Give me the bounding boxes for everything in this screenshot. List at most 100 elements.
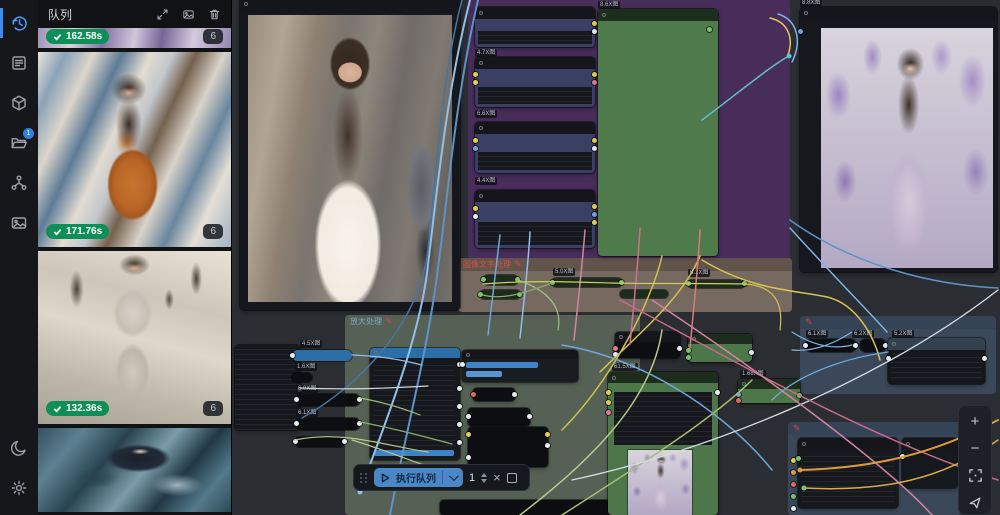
port[interactable] bbox=[473, 72, 478, 77]
node-titlebar[interactable] bbox=[475, 57, 595, 69]
port[interactable] bbox=[686, 281, 691, 286]
node-titlebar[interactable] bbox=[608, 372, 718, 383]
edit-pencil-icon[interactable]: ✎ bbox=[805, 318, 813, 327]
node-titlebar[interactable] bbox=[798, 438, 898, 449]
port[interactable] bbox=[592, 29, 597, 34]
node-titlebar[interactable] bbox=[738, 379, 800, 389]
node-left-list[interactable] bbox=[235, 345, 300, 430]
node-titlebar[interactable] bbox=[462, 350, 578, 359]
port[interactable] bbox=[457, 404, 462, 409]
text-widget[interactable] bbox=[891, 353, 982, 381]
port[interactable] bbox=[613, 352, 618, 357]
port[interactable] bbox=[982, 356, 987, 361]
zoom-in-button[interactable]: + bbox=[963, 410, 987, 433]
node-clip-4[interactable] bbox=[475, 190, 595, 248]
node-canvas[interactable]: 图像文字处理 ✎ 放大处理 ✎ ✎ ✎ bbox=[232, 0, 1000, 515]
step-up-icon[interactable] bbox=[481, 473, 487, 477]
node-titlebar[interactable] bbox=[475, 122, 595, 134]
port[interactable] bbox=[613, 346, 618, 351]
fit-view-button[interactable] bbox=[963, 464, 987, 487]
port[interactable] bbox=[466, 414, 471, 419]
node-small-c[interactable] bbox=[468, 427, 548, 467]
node-clip-3[interactable] bbox=[475, 122, 595, 173]
image-mode-icon[interactable] bbox=[182, 8, 195, 21]
node-titlebar[interactable] bbox=[370, 348, 460, 358]
node-notes-green[interactable] bbox=[598, 9, 718, 256]
port[interactable] bbox=[294, 397, 299, 402]
port[interactable] bbox=[460, 362, 465, 367]
port[interactable] bbox=[473, 214, 478, 219]
port[interactable] bbox=[357, 397, 362, 402]
pill-node[interactable] bbox=[295, 437, 345, 447]
node-titlebar[interactable] bbox=[598, 9, 718, 21]
node-small-b[interactable] bbox=[468, 408, 530, 426]
port[interactable] bbox=[592, 220, 597, 225]
sidebar-item-node-map[interactable] bbox=[0, 166, 38, 200]
port[interactable] bbox=[592, 80, 597, 85]
port[interactable] bbox=[592, 72, 597, 77]
port[interactable] bbox=[736, 392, 741, 397]
node-titlebar[interactable] bbox=[688, 334, 752, 344]
step-down-icon[interactable] bbox=[481, 479, 487, 483]
port[interactable] bbox=[796, 456, 801, 461]
pointer-mode-button[interactable] bbox=[963, 491, 987, 514]
queue-item-2[interactable]: 171.76s 6 bbox=[38, 52, 231, 247]
batch-count-value[interactable]: 1 bbox=[469, 472, 475, 484]
node-titlebar[interactable] bbox=[475, 190, 595, 202]
port[interactable] bbox=[791, 470, 796, 475]
port[interactable] bbox=[293, 439, 298, 444]
port[interactable] bbox=[791, 482, 796, 487]
queue-item-3[interactable]: 132.36s 6 bbox=[38, 251, 231, 424]
node-clip-1[interactable] bbox=[475, 7, 595, 47]
port[interactable] bbox=[803, 343, 808, 348]
node-bottom-strip[interactable] bbox=[440, 500, 612, 515]
pill-node[interactable] bbox=[860, 339, 886, 352]
pill-node[interactable] bbox=[688, 280, 745, 288]
port[interactable] bbox=[545, 443, 550, 448]
node-save-text[interactable] bbox=[888, 338, 985, 384]
expand-icon[interactable] bbox=[156, 8, 169, 21]
pill-node[interactable] bbox=[480, 290, 520, 299]
port[interactable] bbox=[466, 455, 471, 460]
port[interactable] bbox=[900, 454, 905, 459]
port[interactable] bbox=[606, 410, 611, 415]
node-titlebar[interactable] bbox=[888, 338, 985, 350]
pill-node[interactable] bbox=[483, 275, 518, 285]
port[interactable] bbox=[592, 212, 597, 217]
port[interactable] bbox=[457, 440, 462, 445]
port[interactable] bbox=[592, 138, 597, 143]
clear-queue-trash-icon[interactable] bbox=[208, 8, 221, 21]
port[interactable] bbox=[707, 27, 712, 32]
list-widget[interactable] bbox=[373, 361, 455, 448]
text-widget[interactable] bbox=[478, 31, 592, 44]
port[interactable] bbox=[886, 356, 891, 361]
port[interactable] bbox=[527, 414, 532, 419]
port[interactable] bbox=[357, 421, 362, 426]
node-green-large[interactable] bbox=[608, 372, 718, 515]
pill-node[interactable] bbox=[296, 394, 360, 406]
batch-count-stepper[interactable] bbox=[481, 473, 487, 483]
run-queue-button[interactable]: 执行队列 bbox=[374, 468, 463, 487]
port[interactable] bbox=[791, 506, 796, 511]
sidebar-item-workflows[interactable]: 1 bbox=[0, 126, 38, 160]
edit-pencil-icon[interactable]: ✎ bbox=[385, 317, 393, 326]
port[interactable] bbox=[478, 292, 483, 297]
port[interactable] bbox=[742, 281, 747, 286]
node-batch-list[interactable] bbox=[370, 348, 460, 460]
node-titlebar[interactable] bbox=[800, 7, 997, 19]
port[interactable] bbox=[791, 494, 796, 499]
port[interactable] bbox=[797, 393, 802, 398]
port[interactable] bbox=[715, 390, 720, 395]
node-save-b2[interactable] bbox=[902, 438, 958, 488]
text-widget[interactable] bbox=[478, 87, 592, 104]
node-small-a[interactable] bbox=[473, 388, 515, 401]
node-preview-center[interactable] bbox=[240, 0, 460, 310]
pill-node-selected[interactable] bbox=[292, 350, 352, 361]
node-green-medium[interactable] bbox=[738, 379, 800, 403]
port[interactable] bbox=[473, 138, 478, 143]
sidebar-item-queue-history[interactable] bbox=[0, 6, 38, 40]
pill-node[interactable] bbox=[552, 278, 622, 287]
port[interactable] bbox=[749, 350, 754, 355]
pill-node[interactable] bbox=[292, 373, 312, 382]
node-titlebar[interactable] bbox=[615, 332, 680, 342]
